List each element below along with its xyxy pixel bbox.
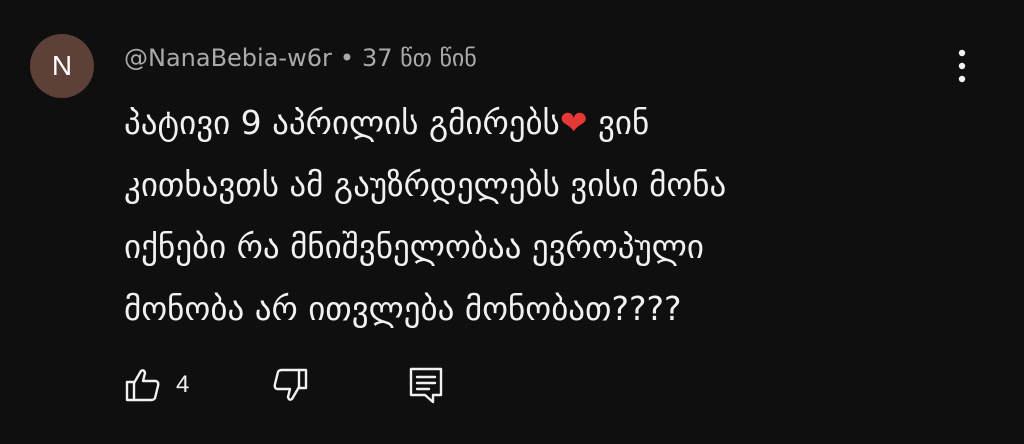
comment-thread: N @NanaBebia-w6r • 37 წთ წინ პატივი 9 აპ… (0, 0, 1024, 444)
comment-text-part-1: პატივი 9 აპრილის გმირებს (124, 103, 560, 142)
like-count: 4 (176, 371, 190, 398)
avatar[interactable]: N (30, 34, 94, 98)
thumb-up-icon (125, 369, 160, 402)
meta-separator: • (339, 44, 354, 72)
avatar-initial: N (51, 50, 73, 81)
thumb-down-icon (273, 368, 308, 401)
reply-button[interactable] (407, 365, 445, 405)
more-vert-icon (958, 49, 966, 83)
comment-menu-button[interactable] (940, 44, 984, 88)
dislike-button[interactable] (271, 366, 309, 404)
like-button[interactable]: 4 (124, 366, 189, 404)
heart-emoji: ❤ (559, 103, 588, 142)
comment-text: პატივი 9 აპრილის გმირებს❤ ვინ კითხავთს ა… (124, 92, 904, 340)
comment-header: @NanaBebia-w6r • 37 წთ წინ (124, 40, 477, 76)
comment-actions: 4 (124, 360, 445, 410)
reply-comment-icon (410, 367, 443, 404)
timestamp[interactable]: 37 წთ წინ (362, 44, 477, 72)
author-name[interactable]: @NanaBebia-w6r (124, 44, 332, 72)
